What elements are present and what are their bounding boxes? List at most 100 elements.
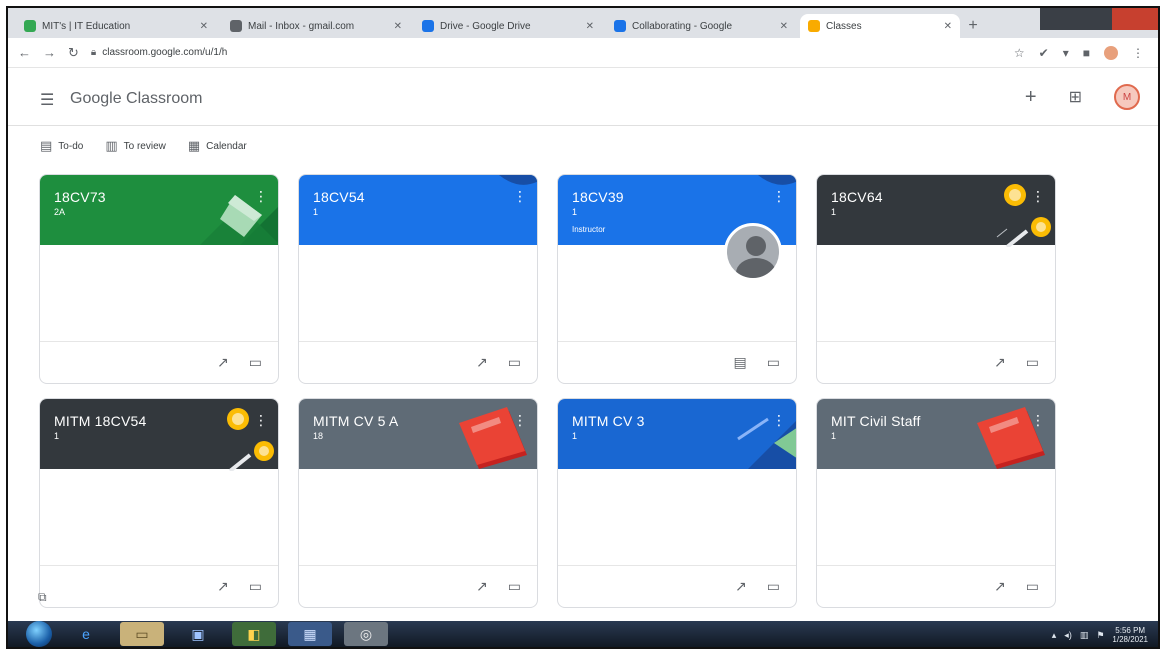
folder-icon[interactable]: ▭ [508, 578, 521, 595]
profile-avatar[interactable] [1104, 46, 1118, 60]
class-teacher[interactable]: Instructor [572, 225, 605, 234]
class-more-icon[interactable]: ⋮ [254, 413, 268, 427]
maximize-button[interactable] [1076, 8, 1112, 30]
class-more-icon[interactable]: ⋮ [772, 413, 786, 427]
trending-icon[interactable]: ↗ [217, 578, 229, 595]
archive-icon[interactable]: ⧉ [38, 590, 47, 605]
class-card-header[interactable]: MITM 18CV54 1 ⋮ [40, 399, 278, 471]
apps-grid-icon[interactable]: ⊞ [1069, 87, 1082, 107]
class-card[interactable]: 18CV64 1 ⋮ ↗ ▭ [816, 174, 1056, 384]
taskbar-app-explorer[interactable]: ▭ [120, 622, 164, 646]
subnav-to-review[interactable]: ▥ To review [105, 138, 166, 154]
extension-icon[interactable]: ■ [1083, 46, 1090, 60]
class-more-icon[interactable]: ⋮ [1031, 413, 1045, 427]
url-field[interactable]: 🔒︎ classroom.google.com/u/1/h [91, 47, 227, 58]
subnav-label: To review [123, 140, 166, 152]
start-button[interactable] [26, 621, 52, 647]
subnav-todo[interactable]: ▤ To-do [40, 138, 83, 154]
minimize-button[interactable] [1040, 8, 1076, 30]
class-more-icon[interactable]: ⋮ [1031, 189, 1045, 203]
folder-icon[interactable]: ▭ [1026, 354, 1039, 371]
close-tab-icon[interactable]: ✕ [780, 21, 788, 32]
class-card[interactable]: 18CV39 1 Instructor ⋮ ▤ ▭ [557, 174, 797, 384]
folder-icon[interactable]: ▭ [249, 578, 262, 595]
browser-tab-active[interactable]: Classes ✕ [800, 14, 960, 38]
taskbar-app[interactable]: ▣ [176, 622, 220, 646]
trending-icon[interactable]: ↗ [994, 578, 1006, 595]
class-title[interactable]: 18CV73 [54, 189, 106, 205]
close-window-button[interactable] [1112, 8, 1158, 30]
close-tab-icon[interactable]: ✕ [200, 21, 208, 32]
class-title[interactable]: MIT Civil Staff [831, 413, 921, 429]
class-more-icon[interactable]: ⋮ [513, 413, 527, 427]
class-more-icon[interactable]: ⋮ [513, 189, 527, 203]
class-card[interactable]: MITM CV 5 A 18 ⋮ ↗ ▭ [298, 398, 538, 608]
class-card-header[interactable]: MIT Civil Staff 1 ⋮ [817, 399, 1055, 469]
class-card-header[interactable]: 18CV64 1 ⋮ [817, 175, 1055, 247]
chevron-up-icon[interactable]: ▴ [1052, 630, 1057, 641]
reload-icon[interactable]: ↻ [68, 45, 79, 61]
tab-label: Drive - Google Drive [440, 20, 531, 32]
class-section: 1 [572, 207, 578, 217]
flag-icon[interactable]: ⚑ [1096, 630, 1104, 641]
browser-tab[interactable]: MIT's | IT Education ✕ [16, 14, 216, 38]
class-section: 1 [572, 431, 578, 441]
class-card-header[interactable]: 18CV54 1 ⋮ [299, 175, 537, 245]
browser-tab[interactable]: Drive - Google Drive ✕ [414, 14, 602, 38]
arrow-right-icon[interactable]: → [43, 45, 56, 60]
taskbar-app-chrome[interactable]: ◎ [344, 622, 388, 646]
class-card-header[interactable]: MITM CV 3 1 ⋮ [558, 399, 796, 469]
taskbar-app[interactable]: ▦ [288, 622, 332, 646]
menu-icon[interactable]: ☰ [40, 90, 54, 110]
network-icon[interactable]: ▥ [1080, 630, 1089, 641]
class-title[interactable]: MITM CV 3 [572, 413, 645, 429]
class-title[interactable]: 18CV64 [831, 189, 883, 205]
class-title[interactable]: MITM CV 5 A [313, 413, 398, 429]
folder-icon[interactable]: ▭ [508, 354, 521, 371]
star-icon[interactable]: ☆ [1014, 46, 1025, 60]
class-more-icon[interactable]: ⋮ [254, 189, 268, 203]
tab-favicon [24, 20, 36, 32]
trending-icon[interactable]: ↗ [994, 354, 1006, 371]
class-title[interactable]: 18CV54 [313, 189, 365, 205]
add-class-button[interactable]: + [1025, 86, 1037, 109]
assignment-icon[interactable]: ▤ [734, 354, 747, 371]
close-tab-icon[interactable]: ✕ [394, 21, 402, 32]
class-card-header[interactable]: MITM CV 5 A 18 ⋮ [299, 399, 537, 469]
account-avatar[interactable]: M [1114, 84, 1140, 110]
close-tab-icon[interactable]: ✕ [944, 21, 952, 32]
class-card[interactable]: MITM CV 3 1 ⋮ ↗ ▭ [557, 398, 797, 608]
trending-icon[interactable]: ↗ [476, 578, 488, 595]
volume-icon[interactable]: ◂) [1064, 630, 1072, 641]
class-title[interactable]: MITM 18CV54 [54, 413, 146, 429]
browser-tab[interactable]: Mail - Inbox - gmail.com ✕ [222, 14, 410, 38]
class-card[interactable]: 18CV54 1 ⋮ ↗ ▭ [298, 174, 538, 384]
trending-icon[interactable]: ↗ [217, 354, 229, 371]
folder-icon[interactable]: ▭ [249, 354, 262, 371]
folder-icon[interactable]: ▭ [767, 578, 780, 595]
arrow-left-icon[interactable]: ← [18, 45, 31, 60]
subnav-calendar[interactable]: ▦ Calendar [188, 138, 247, 154]
class-title[interactable]: 18CV39 [572, 189, 624, 205]
taskbar-clock[interactable]: 5:56 PM 1/28/2021 [1112, 626, 1148, 644]
class-card-header[interactable]: 18CV73 2A ⋮ [40, 175, 278, 245]
class-more-icon[interactable]: ⋮ [772, 189, 786, 203]
trending-icon[interactable]: ↗ [735, 578, 747, 595]
new-tab-button[interactable]: + [964, 17, 982, 35]
folder-icon[interactable]: ▭ [767, 354, 780, 371]
tab-label: MIT's | IT Education [42, 20, 131, 32]
class-card[interactable]: MITM 18CV54 1 ⋮ ↗ ▭ [39, 398, 279, 608]
puzzle-icon[interactable]: ▾ [1063, 46, 1069, 60]
class-card[interactable]: 18CV73 2A ⋮ ↗ ▭ [39, 174, 279, 384]
trending-icon[interactable]: ↗ [476, 354, 488, 371]
extension-icon[interactable]: ✔ [1039, 46, 1049, 60]
taskbar-app-ie[interactable]: e [64, 622, 108, 646]
browser-tab[interactable]: Collaborating - Google ✕ [606, 14, 796, 38]
kebab-menu-icon[interactable]: ⋮ [1132, 46, 1144, 60]
folder-icon[interactable]: ▭ [1026, 578, 1039, 595]
close-tab-icon[interactable]: ✕ [586, 21, 594, 32]
app-brand[interactable]: Google Classroom [70, 90, 203, 108]
taskbar-app[interactable]: ◧ [232, 622, 276, 646]
tab-favicon [808, 20, 820, 32]
class-card[interactable]: MIT Civil Staff 1 ⋮ ↗ ▭ [816, 398, 1056, 608]
